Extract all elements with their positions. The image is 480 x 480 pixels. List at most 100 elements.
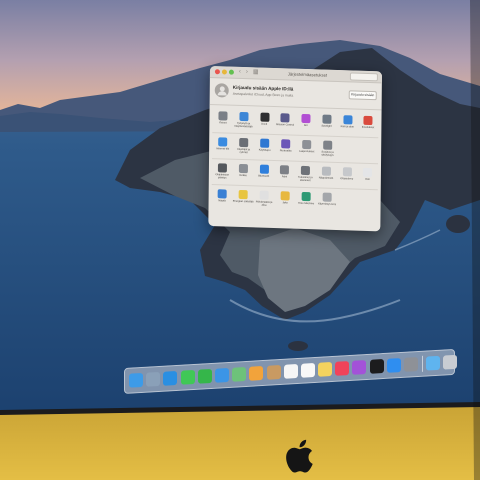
pref-pane-label: Suojaus ja yksityisyys bbox=[321, 150, 334, 157]
pref-pane-mission-control[interactable]: Mission Control bbox=[275, 109, 296, 135]
apple-id-banner: Kirjaudu sisään Apple ID:llä Asetapalvel… bbox=[209, 77, 382, 111]
pref-pane-siri[interactable]: Siri bbox=[295, 110, 316, 136]
pref-pane-label: Käynnistys-levy bbox=[318, 202, 337, 206]
pref-pane-mouse[interactable]: Hiiri bbox=[357, 164, 378, 190]
security-icon bbox=[323, 140, 333, 150]
users-icon bbox=[239, 137, 249, 148]
mail-icon[interactable] bbox=[214, 367, 229, 383]
pref-pane-energy-saver[interactable]: Energian säästäjä bbox=[232, 186, 253, 212]
maps-icon[interactable] bbox=[232, 366, 247, 382]
downloads-folder-icon[interactable] bbox=[426, 355, 441, 371]
notifications-icon bbox=[363, 115, 373, 126]
pref-pane-label: Näytöt bbox=[218, 199, 226, 203]
pref-pane-label: Tulostimet ja skannerit bbox=[297, 175, 313, 183]
energy-saver-icon bbox=[238, 189, 248, 200]
pref-pane-internet-accounts[interactable]: Internet-tilit bbox=[212, 133, 233, 159]
pref-pane-label: Ääni bbox=[281, 175, 288, 179]
pref-pane-keyboard[interactable]: Näppäimistö bbox=[316, 162, 337, 188]
pref-pane-label: Yleiset bbox=[218, 121, 227, 125]
pref-pane-label: Päivämäärä ja aika bbox=[255, 200, 273, 207]
window-title: Järjestelmäasetukset bbox=[287, 71, 328, 78]
pref-pane-label: Bluetooth bbox=[258, 174, 270, 178]
back-arrow-icon[interactable]: ‹ bbox=[237, 69, 243, 76]
accessibility-icon bbox=[260, 138, 270, 148]
pref-pane-label: Hiiri bbox=[365, 177, 370, 182]
pref-pane-trackpad[interactable]: Ohjauslevy bbox=[336, 163, 357, 189]
time-machine-icon bbox=[301, 191, 311, 202]
preference-panes-grid: Yleiset Työpöytä ja Näytönsäästäjä Dock Mis… bbox=[208, 105, 381, 215]
trash-icon[interactable] bbox=[443, 354, 458, 370]
displays-icon bbox=[217, 189, 227, 199]
pref-pane-bluetooth[interactable]: Bluetooth bbox=[253, 160, 274, 186]
pref-pane-dock[interactable]: Dock bbox=[254, 108, 275, 134]
keyboard-icon bbox=[321, 166, 331, 176]
pref-pane-label: Käyttöapu bbox=[258, 148, 271, 152]
show-all-grid-icon[interactable]: ▦ bbox=[253, 69, 261, 76]
finder-icon[interactable] bbox=[129, 372, 143, 388]
pref-pane-extensions[interactable]: Laajennukset bbox=[296, 136, 317, 162]
pref-pane-displays[interactable]: Näytöt bbox=[211, 185, 232, 211]
launchpad-icon[interactable] bbox=[146, 371, 161, 387]
reminders-icon[interactable] bbox=[300, 362, 315, 378]
mission-control-icon bbox=[280, 113, 290, 123]
pref-pane-label: Time Machine bbox=[297, 201, 315, 206]
pref-pane-security[interactable]: Suojaus ja yksityisyys bbox=[317, 136, 338, 162]
tv-icon[interactable] bbox=[369, 359, 384, 374]
sign-in-button[interactable]: Kirjaudu sisään bbox=[348, 90, 377, 101]
printers-icon bbox=[300, 165, 310, 176]
pref-pane-sharing[interactable]: Jako bbox=[274, 187, 295, 213]
close-window-button[interactable] bbox=[214, 69, 220, 75]
pref-pane-printers[interactable]: Tulostimet ja skannerit bbox=[295, 162, 316, 188]
messages-icon[interactable] bbox=[180, 369, 195, 385]
pref-pane-network[interactable]: Verkko bbox=[233, 160, 254, 186]
pref-pane-label: Ilmoitukset bbox=[361, 125, 375, 130]
siri-icon bbox=[301, 113, 311, 124]
sound-icon bbox=[280, 165, 290, 175]
pref-pane-time-machine[interactable]: Time Machine bbox=[295, 188, 316, 214]
pref-pane-sound[interactable]: Ääni bbox=[274, 161, 295, 187]
pref-pane-general[interactable]: Yleiset bbox=[212, 107, 233, 133]
zoom-window-button[interactable] bbox=[228, 69, 234, 75]
podcasts-icon[interactable] bbox=[352, 360, 367, 375]
calendar-icon[interactable] bbox=[283, 363, 298, 379]
mouse-icon bbox=[363, 167, 373, 178]
pref-pane-spotlight[interactable]: Spotlight bbox=[316, 110, 337, 136]
pref-pane-notifications[interactable]: Ilmoitukset bbox=[358, 112, 379, 138]
software-update-icon bbox=[217, 163, 227, 173]
pref-pane-accessibility[interactable]: Käyttöapu bbox=[254, 134, 275, 160]
app-store-icon[interactable] bbox=[386, 358, 401, 373]
pref-pane-label: Käyttäjät ja ryhmät bbox=[237, 147, 251, 155]
notes-icon[interactable] bbox=[318, 362, 333, 377]
pref-pane-label: Laajennukset bbox=[298, 149, 315, 154]
bluetooth-icon bbox=[259, 164, 269, 174]
desktop-icon bbox=[239, 111, 249, 122]
general-icon bbox=[218, 111, 228, 121]
forward-arrow-icon[interactable]: › bbox=[244, 69, 250, 76]
pref-pane-date-time[interactable]: Päivämäärä ja aika bbox=[253, 186, 274, 212]
spotlight-icon bbox=[322, 114, 332, 124]
network-icon bbox=[238, 163, 248, 174]
dock-separator bbox=[422, 355, 424, 372]
pref-pane-desktop[interactable]: Työpöytä ja Näytönsäästäjä bbox=[233, 108, 254, 134]
pref-pane-label: Mission Control bbox=[276, 123, 294, 127]
pref-pane-screen-time[interactable]: Ruutuaika bbox=[275, 135, 296, 161]
pref-pane-users[interactable]: Käyttäjät ja ryhmät bbox=[233, 134, 254, 160]
search-field[interactable] bbox=[349, 72, 378, 82]
minimize-window-button[interactable] bbox=[221, 69, 227, 75]
pref-pane-software-update[interactable]: Ohjelmiston päivitys bbox=[212, 159, 233, 185]
music-icon[interactable] bbox=[335, 361, 350, 376]
trackpad-icon bbox=[342, 167, 352, 177]
pref-pane-label: Kieli ja alue bbox=[340, 125, 354, 129]
internet-accounts-icon bbox=[218, 137, 228, 147]
screen-time-icon bbox=[281, 139, 291, 149]
photos-icon[interactable] bbox=[249, 365, 264, 381]
avatar[interactable] bbox=[214, 83, 229, 98]
pref-pane-startup-disk[interactable]: Käynnistys-levy bbox=[316, 188, 337, 214]
safari-icon[interactable] bbox=[163, 370, 178, 386]
contacts-icon[interactable] bbox=[266, 364, 281, 380]
startup-disk-icon bbox=[322, 192, 332, 202]
pref-pane-language[interactable]: Kieli ja alue bbox=[337, 111, 358, 137]
facetime-icon[interactable] bbox=[197, 368, 212, 384]
system-preferences-icon[interactable] bbox=[404, 357, 418, 372]
date-time-icon bbox=[259, 190, 269, 200]
